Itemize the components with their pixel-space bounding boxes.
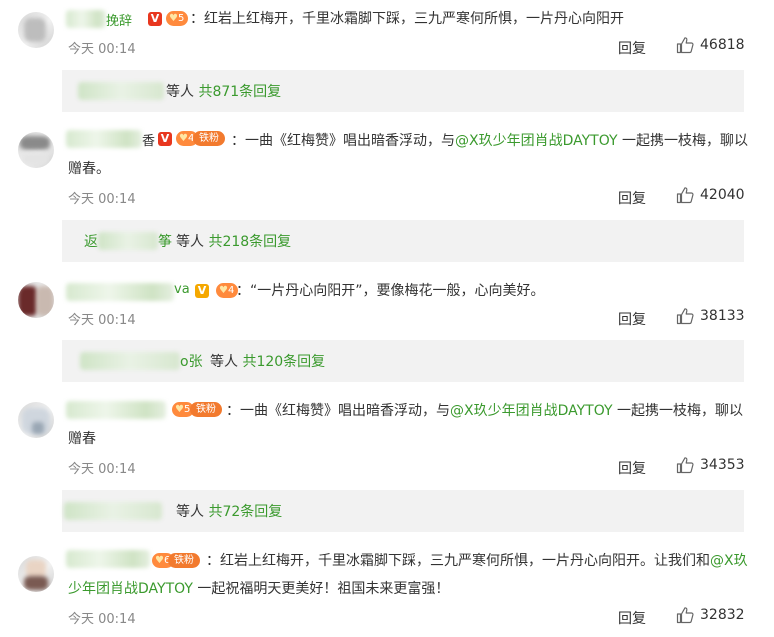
reply-username-blurred bbox=[78, 82, 164, 100]
username-tail[interactable]: va bbox=[174, 282, 190, 297]
comment-item: ♥6 铁粉 ：红岩上红梅开，千里冰霜脚下踩，三九严寒何所惧，一片丹心向阳开。让我… bbox=[0, 540, 774, 637]
reply-thread-summary[interactable]: o张 等人 共120条回复 bbox=[62, 340, 744, 382]
avatar[interactable] bbox=[18, 556, 54, 592]
timestamp: 今天 00:14 bbox=[68, 42, 136, 57]
reply-count[interactable]: 等人 共218条回复 bbox=[176, 231, 291, 251]
timestamp: 今天 00:14 bbox=[68, 313, 136, 328]
comment-text: ：红岩上红梅开，千里冰霜脚下踩，三九严寒何所惧，一片丹心向阳开 bbox=[190, 11, 624, 27]
reply-username-blurred bbox=[80, 352, 180, 370]
username-tail[interactable]: 挽辞 bbox=[106, 10, 132, 29]
reply-count[interactable]: 等人 共871条回复 bbox=[166, 81, 281, 101]
timestamp: 今天 00:14 bbox=[68, 462, 136, 477]
level-badge-icon: ♥5 bbox=[166, 11, 189, 26]
like-button[interactable]: 32832 bbox=[676, 606, 745, 624]
avatar[interactable] bbox=[18, 132, 54, 168]
comment-text: ：红岩上红梅开，千里冰霜脚下踩，三九严寒何所惧，一片丹心向阳开。让我们和@X玖少… bbox=[68, 553, 748, 597]
level-badge-icon: ♥4 bbox=[216, 283, 239, 298]
reply-username-tail: o张 bbox=[180, 354, 203, 370]
thumbs-up-icon bbox=[676, 187, 694, 204]
reply-thread-summary[interactable]: 等人 共72条回复 bbox=[62, 490, 744, 532]
comment-text: ：一曲《红梅赞》唱出暗香浮动，与@X玖少年团肖战DAYTOY 一起携一枝梅，聊以… bbox=[68, 133, 748, 177]
comment-item: ♥5 铁粉 ：一曲《红梅赞》唱出暗香浮动，与@X玖少年团肖战DAYTOY 一起携… bbox=[0, 390, 774, 490]
like-button[interactable]: 34353 bbox=[676, 456, 745, 474]
username-blurred[interactable] bbox=[66, 10, 106, 28]
reply-button[interactable]: 回复 bbox=[618, 188, 646, 208]
reply-count[interactable]: 等人 共120条回复 bbox=[210, 351, 325, 371]
like-count: 46818 bbox=[700, 37, 745, 53]
reply-thread-summary[interactable]: 等人 共871条回复 bbox=[62, 70, 744, 112]
comment-item: 香 V ♥4 铁粉 ：一曲《红梅赞》唱出暗香浮动，与@X玖少年团肖战DAYTOY… bbox=[0, 120, 774, 220]
reply-count[interactable]: 等人 共72条回复 bbox=[176, 501, 282, 521]
timestamp: 今天 00:14 bbox=[68, 192, 136, 207]
thumbs-up-icon bbox=[676, 37, 694, 54]
like-button[interactable]: 42040 bbox=[676, 186, 745, 204]
like-button[interactable]: 46818 bbox=[676, 36, 745, 54]
reply-username-blurred bbox=[98, 232, 158, 250]
like-count: 34353 bbox=[700, 457, 745, 473]
comment-text: ：“一片丹心向阳开”，要像梅花一般，心向美好。 bbox=[236, 283, 545, 299]
like-count: 32832 bbox=[700, 607, 745, 623]
comment-item: va V ♥4 ：“一片丹心向阳开”，要像梅花一般，心向美好。 今天 00:14… bbox=[0, 270, 774, 340]
mention-link[interactable]: @X玖少年团肖战DAYTOY bbox=[455, 133, 618, 149]
reply-button[interactable]: 回复 bbox=[618, 38, 646, 58]
comment-item: 挽辞 V ♥5 ：红岩上红梅开，千里冰霜脚下踩，三九严寒何所惧，一片丹心向阳开 … bbox=[0, 0, 774, 72]
reply-button[interactable]: 回复 bbox=[618, 458, 646, 478]
reply-username-tail: 筝 bbox=[158, 234, 172, 250]
comment-text: ：一曲《红梅赞》唱出暗香浮动，与@X玖少年团肖战DAYTOY 一起携一枝梅，聊以… bbox=[68, 403, 743, 447]
thumbs-up-icon bbox=[676, 308, 694, 325]
thumbs-up-icon bbox=[676, 457, 694, 474]
timestamp: 今天 00:14 bbox=[68, 612, 136, 627]
avatar[interactable] bbox=[18, 12, 54, 48]
reply-username-blurred bbox=[64, 502, 162, 520]
comment-list: 挽辞 V ♥5 ：红岩上红梅开，千里冰霜脚下踩，三九严寒何所惧，一片丹心向阳开 … bbox=[0, 0, 774, 637]
reply-button[interactable]: 回复 bbox=[618, 309, 646, 329]
username-blurred[interactable] bbox=[66, 283, 174, 301]
reply-thread-summary[interactable]: 返 筝 等人 共218条回复 bbox=[62, 220, 744, 262]
like-count: 38133 bbox=[700, 308, 745, 324]
reply-username-head: 返 bbox=[84, 234, 98, 250]
like-button[interactable]: 38133 bbox=[676, 307, 745, 325]
avatar[interactable] bbox=[18, 402, 54, 438]
mention-link[interactable]: @X玖少年团肖战DAYTOY bbox=[450, 403, 613, 419]
verified-badge-icon: V bbox=[148, 12, 162, 26]
like-count: 42040 bbox=[700, 187, 745, 203]
verified-badge-icon: V bbox=[195, 284, 209, 298]
reply-button[interactable]: 回复 bbox=[618, 608, 646, 628]
thumbs-up-icon bbox=[676, 607, 694, 624]
avatar[interactable] bbox=[18, 282, 54, 318]
